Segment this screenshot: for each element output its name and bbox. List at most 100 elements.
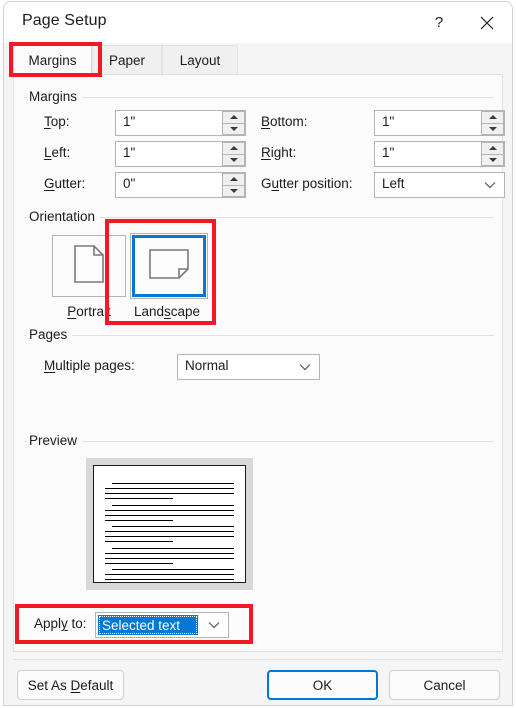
right-margin-input[interactable]: 1": [374, 141, 505, 167]
gutter-increment[interactable]: [222, 173, 245, 185]
close-icon: [480, 16, 494, 30]
margins-group: Margins Top: 1" Bottom: 1" Left: 1" Righ…: [24, 89, 505, 198]
accel-key: R: [261, 145, 271, 160]
preview-text-line: [105, 541, 173, 542]
triangle-up-icon: [488, 146, 497, 151]
tab-layout[interactable]: Layout: [162, 45, 238, 75]
pages-group: Pages Multiple pages: Normal: [24, 327, 494, 397]
gutter-position-select[interactable]: Left: [374, 172, 505, 198]
gutter-position-value: Left: [382, 176, 405, 191]
left-margin-increment[interactable]: [222, 142, 245, 154]
accel-key: M: [44, 358, 56, 373]
preview-text-line: [105, 514, 234, 516]
preview-text-line: [105, 562, 173, 564]
bottom-margin-input[interactable]: 1": [374, 110, 505, 136]
gutter-input[interactable]: 0": [115, 172, 246, 198]
gutter-stepper[interactable]: [222, 173, 245, 197]
left-margin-stepper[interactable]: [222, 142, 245, 166]
bottom-margin-label: Bottom:: [261, 114, 308, 129]
preview-text-line: [105, 493, 234, 494]
preview-text-line: [112, 526, 234, 527]
apply-to-value: Selected text: [98, 615, 198, 635]
preview-group: Preview: [24, 433, 494, 593]
page-preview: [86, 458, 253, 590]
right-margin-stepper[interactable]: [481, 142, 504, 166]
triangle-up-icon: [229, 177, 238, 182]
preview-text-line: [105, 519, 173, 521]
preview-text-line: [105, 488, 234, 489]
right-margin-decrement[interactable]: [481, 153, 504, 166]
top-margin-decrement[interactable]: [222, 122, 245, 135]
accel-key: D: [70, 677, 81, 693]
triangle-up-icon: [229, 115, 238, 120]
orientation-group: Orientation Portrait Landscape: [24, 209, 494, 319]
portrait-page-icon: [74, 244, 104, 288]
preview-group-label: Preview: [27, 433, 83, 448]
preview-text-line: [105, 574, 234, 575]
bottom-margin-decrement[interactable]: [481, 122, 504, 135]
landscape-page-icon: [149, 248, 189, 284]
preview-text-line: [112, 547, 234, 549]
ok-button[interactable]: OK: [267, 670, 378, 700]
right-margin-label: Right:: [261, 145, 297, 160]
group-divider: [24, 335, 494, 336]
close-button[interactable]: [464, 2, 510, 43]
page-setup-dialog: Page Setup ? Margins Paper Layout Margin…: [3, 1, 513, 706]
preview-text-line: [105, 579, 234, 580]
left-margin-decrement[interactable]: [222, 153, 245, 166]
tab-paper-label: Paper: [108, 53, 146, 68]
tab-margins[interactable]: Margins: [13, 45, 92, 75]
top-margin-label: Top:: [44, 114, 70, 129]
preview-text-line: [112, 483, 234, 484]
accel-key: T: [44, 114, 51, 129]
gutter-decrement[interactable]: [222, 184, 245, 197]
orientation-portrait-button[interactable]: [52, 235, 126, 297]
footer-divider: [13, 659, 503, 660]
group-divider: [24, 97, 494, 98]
left-margin-input[interactable]: 1": [115, 141, 246, 167]
right-margin-value: 1": [382, 145, 395, 160]
top-margin-increment[interactable]: [222, 111, 245, 123]
margins-group-label: Margins: [27, 89, 83, 104]
tab-margins-label: Margins: [28, 53, 77, 68]
accel-key: s: [164, 304, 171, 319]
set-as-default-label: Set As Default: [27, 677, 114, 693]
preview-text-line: [112, 504, 234, 506]
triangle-up-icon: [229, 146, 238, 151]
accel-key: G: [44, 176, 55, 191]
bottom-margin-increment[interactable]: [481, 111, 504, 123]
top-margin-input[interactable]: 1": [115, 110, 246, 136]
gutter-value: 0": [123, 176, 136, 191]
right-margin-increment[interactable]: [481, 142, 504, 154]
chevron-down-icon: [200, 613, 228, 637]
tab-layout-label: Layout: [179, 53, 221, 68]
set-as-default-button[interactable]: Set As Default: [17, 670, 124, 700]
tab-paper[interactable]: Paper: [92, 45, 162, 75]
top-margin-stepper[interactable]: [222, 111, 245, 135]
orientation-landscape-button[interactable]: [130, 233, 208, 299]
multiple-pages-select[interactable]: Normal: [177, 354, 320, 380]
help-button[interactable]: ?: [416, 2, 462, 43]
preview-page-sheet: [93, 465, 246, 583]
bottom-margin-stepper[interactable]: [481, 111, 504, 135]
left-margin-label: Left:: [44, 145, 71, 160]
cancel-label: Cancel: [423, 677, 466, 693]
triangle-down-icon: [488, 126, 497, 131]
title-bar: Page Setup ?: [4, 2, 512, 43]
preview-text-line: [105, 498, 173, 499]
bottom-margin-value: 1": [382, 114, 395, 129]
accel-key: L: [44, 145, 52, 160]
pages-group-label: Pages: [27, 327, 73, 342]
ok-label: OK: [312, 677, 333, 693]
apply-to-select[interactable]: Selected text: [95, 612, 229, 638]
chevron-down-icon: [291, 355, 319, 379]
preview-text-line: [112, 569, 234, 570]
chevron-down-icon: [476, 173, 504, 197]
orientation-landscape-label: Landscape: [133, 304, 201, 319]
cancel-button[interactable]: Cancel: [389, 670, 500, 700]
apply-to-label: Apply to:: [34, 616, 87, 631]
triangle-up-icon: [488, 115, 497, 120]
question-mark-icon: ?: [434, 14, 444, 31]
accel-key: P: [67, 304, 77, 319]
triangle-down-icon: [229, 157, 238, 162]
